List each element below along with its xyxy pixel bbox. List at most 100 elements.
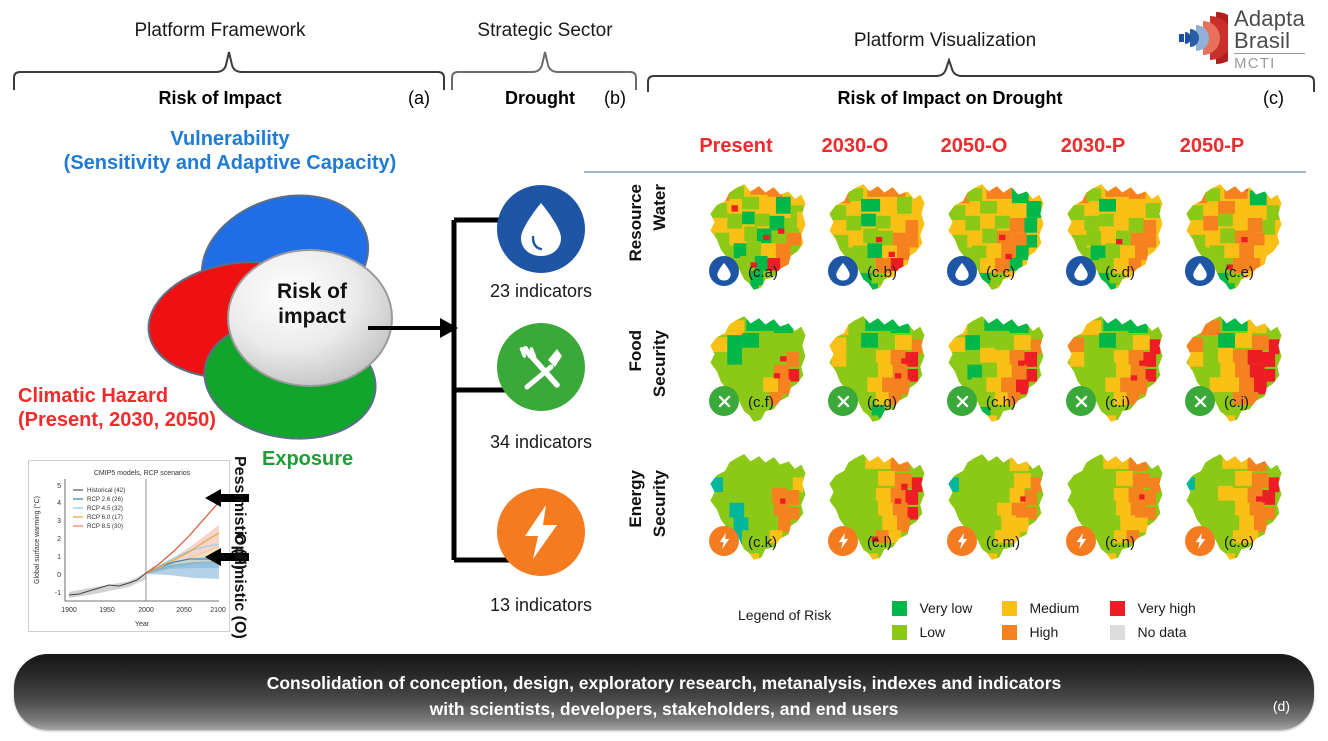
map-row-label-food-line2: Security — [650, 330, 669, 398]
map-column-header-present: Present — [699, 135, 773, 157]
chart-legend-rcp60: RCP 6.0 (17) — [87, 514, 123, 521]
map-row-label-water-line2: Water — [650, 184, 669, 231]
legend-label-very-high: Very high — [1137, 600, 1196, 616]
panel-letter-c-a: (c.a) — [748, 264, 778, 281]
panel-icon-energy-c-m — [947, 526, 977, 556]
venn-hazard-label: Climatic Hazard (Present, 2030, 2050) — [18, 385, 278, 432]
panel-letter-c-e: (c.e) — [1224, 264, 1254, 281]
panel-letter-c-b: (c.b) — [867, 264, 897, 281]
legend-item-very-low: Very low — [892, 600, 972, 618]
banner-line1: Consolidation of conception, design, exp… — [266, 673, 1062, 693]
panel-letter-c-n: (c.n) — [1105, 534, 1135, 551]
venn-vulnerability-label: Vulnerability (Sensitivity and Adaptive … — [20, 128, 440, 175]
map-row-label-water-line1: Resource — [626, 184, 645, 262]
panel-icon-food-c-i — [1066, 386, 1096, 416]
legend-swatch-low — [892, 625, 907, 640]
venn-vulnerability-line2: (Sensitivity and Adaptive Capacity) — [63, 151, 397, 174]
map-column-header-2050-o: 2050-O — [940, 135, 1008, 157]
chart-legend-rcp26: RCP 2.6 (26) — [87, 496, 123, 503]
panel-icon-energy-c-o — [1185, 526, 1215, 556]
bottom-banner: Consolidation of conception, design, exp… — [14, 654, 1314, 730]
panel-icon-food-c-j — [1185, 386, 1215, 416]
optimistic-label: Optimistic (O) — [231, 533, 248, 639]
panel-letter-c-m: (c.m) — [986, 534, 1021, 551]
chart-ytick-2: 2 — [57, 536, 61, 543]
map-row-label-energy-line2: Security — [650, 470, 669, 538]
chart-ytick-3: 3 — [57, 518, 61, 525]
venn-hazard-line2: (Present, 2030, 2050) — [18, 408, 216, 431]
map-column-header-2030-o: 2030-O — [821, 135, 889, 157]
chart-xtick-2100: 2100 — [210, 607, 226, 614]
panel-letter-c-c: (c.c) — [986, 264, 1016, 281]
chart-xtick-1950: 1950 — [99, 607, 115, 614]
water-drop-icon — [521, 203, 561, 256]
brace-a-title: Risk of Impact — [158, 88, 282, 108]
map-row-label-food-line1: Food — [626, 330, 645, 372]
legend-label-high: High — [1029, 624, 1059, 640]
venn-exposure-label: Exposure — [262, 448, 354, 470]
panel-letter-c-g: (c.g) — [867, 394, 897, 411]
legend-label-medium: Medium — [1029, 600, 1080, 616]
chart-legend-rcp45: RCP 4.5 (32) — [87, 505, 123, 512]
panel-icon-water-c-a — [709, 256, 739, 286]
chart-xtick-2050: 2050 — [176, 607, 192, 614]
brace-b-letter: (b) — [604, 88, 626, 108]
legend-label-low: Low — [919, 624, 946, 640]
chart-legend-rcp85: RCP 8.5 (30) — [87, 523, 123, 530]
chart-yaxis-label: Global surface warming (°C) — [33, 496, 41, 584]
map-column-header-2030-p: 2030-P — [1060, 135, 1126, 157]
chart-ytick--1: -1 — [55, 590, 61, 597]
legend-title: Legend of Risk — [738, 607, 832, 623]
panel-icon-water-c-d — [1066, 256, 1096, 286]
sector-icon-food-security[interactable] — [497, 323, 585, 411]
venn-hazard-line1: Climatic Hazard — [18, 385, 169, 407]
sector-icon-water-resource[interactable] — [497, 185, 585, 273]
brace-c-title: Risk of Impact on Drought — [837, 88, 1063, 108]
chart-xtick-2000: 2000 — [138, 607, 154, 614]
sector-indicators-water: 23 indicators — [489, 281, 593, 301]
panel-icon-water-c-b — [828, 256, 858, 286]
brace-a-letter: (a) — [408, 88, 430, 108]
panel-icon-energy-c-l — [828, 526, 858, 556]
sector-indicators-food: 34 indicators — [489, 432, 593, 452]
legend-item-high: High — [1002, 624, 1058, 642]
venn-to-sector-arrow — [368, 318, 458, 338]
brace-b-title: Drought — [505, 88, 575, 108]
panel-icon-food-c-f — [709, 386, 739, 416]
legend-swatch-high — [1002, 625, 1017, 640]
legend-label-no-data: No data — [1137, 624, 1187, 640]
panel-icon-food-c-g — [828, 386, 858, 416]
chart-xaxis-label: Year — [135, 621, 150, 628]
legend-swatch-no-data — [1110, 625, 1125, 640]
panel-letter-c-i: (c.i) — [1105, 394, 1130, 411]
venn-vulnerability-line1: Vulnerability — [170, 128, 290, 150]
chart-ytick-5: 5 — [57, 483, 61, 490]
brace-b-shape — [451, 51, 637, 90]
map-column-header-2050-p: 2050-P — [1179, 135, 1245, 157]
chart-legend-historical: Historical (42) — [87, 487, 125, 494]
legend-item-medium: Medium — [1002, 600, 1079, 618]
lightning-bolt-icon — [525, 505, 557, 559]
figure-root: Adapta Brasil MCTI Platform Framework Ri… — [0, 0, 1328, 741]
panel-letter-c-l: (c.l) — [867, 534, 892, 551]
legend-swatch-very-low — [892, 601, 907, 616]
brace-b-caption: Strategic Sector — [477, 20, 613, 41]
legend-item-low: Low — [892, 624, 945, 642]
legend-swatch-very-high — [1110, 601, 1125, 616]
chart-title: CMIP5 models, RCP scenarios — [94, 470, 191, 477]
panel-letter-c-f: (c.f) — [748, 394, 774, 411]
chart-xtick-1900: 1900 — [61, 607, 77, 614]
venn-center-line1: Risk of — [276, 280, 347, 303]
sector-indicators-energy: 13 indicators — [489, 595, 593, 615]
map-grid-divider — [584, 171, 1306, 173]
logo-adapta-text: Adapta — [1234, 6, 1305, 31]
map-row-label-energy-line1: Energy — [626, 470, 645, 528]
panel-icon-water-c-c — [947, 256, 977, 286]
sector-icon-energy-security[interactable] — [497, 488, 585, 576]
panel-letter-c-h: (c.h) — [986, 394, 1016, 411]
brace-c-caption: Platform Visualization — [853, 30, 1037, 51]
cmip5-chart: CMIP5 models, RCP scenarios -1 0 1 2 3 4… — [28, 460, 230, 632]
panel-letter-c-k: (c.k) — [748, 534, 778, 551]
logo-brasil-text: Brasil — [1234, 30, 1305, 54]
legend-label-very-low: Very low — [919, 600, 973, 616]
